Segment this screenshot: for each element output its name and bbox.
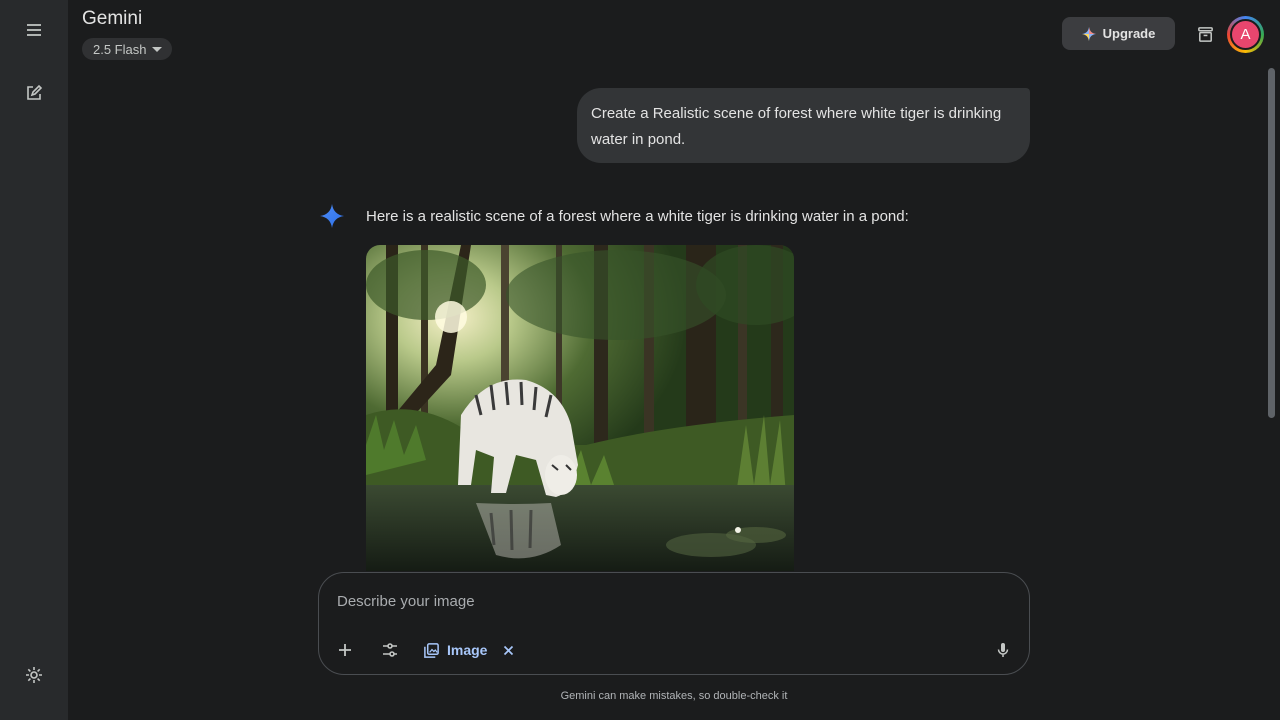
image-chip-label: Image	[447, 642, 488, 658]
user-message: Create a Realistic scene of forest where…	[577, 88, 1030, 163]
remove-image-tool-button[interactable]	[501, 643, 515, 657]
microphone-icon	[997, 643, 1009, 657]
microphone-button[interactable]	[988, 635, 1018, 665]
app-title: Gemini	[82, 8, 143, 29]
generated-image[interactable]	[366, 245, 794, 571]
archive-icon	[1197, 26, 1213, 42]
settings-button[interactable]	[14, 655, 54, 695]
prompt-input[interactable]	[337, 589, 977, 613]
new-chat-icon	[27, 84, 43, 100]
tune-icon	[383, 643, 397, 657]
prompt-composer: Image	[318, 572, 1030, 675]
white-tiger-forest-image	[366, 245, 794, 571]
main-menu-button[interactable]	[14, 10, 54, 50]
image-gallery-icon	[424, 642, 439, 658]
scrollbar-thumb[interactable]	[1268, 68, 1275, 418]
chat-history-button[interactable]	[1191, 20, 1219, 48]
new-chat-button[interactable]	[14, 73, 54, 113]
account-avatar-button[interactable]: A	[1227, 16, 1264, 53]
plus-icon	[339, 644, 351, 656]
side-rail	[0, 0, 68, 720]
gemini-sparkle-icon	[320, 204, 344, 228]
model-picker[interactable]: 2.5 Flash	[82, 38, 173, 60]
avatar: A	[1230, 19, 1261, 50]
upgrade-button[interactable]: Upgrade	[1062, 17, 1175, 50]
close-icon	[503, 645, 514, 655]
image-tool-chip[interactable]: Image	[423, 635, 515, 665]
model-picker-label: 2.5 Flash	[93, 41, 147, 57]
scrollbar[interactable]	[1266, 66, 1276, 720]
menu-icon	[27, 24, 41, 36]
disclaimer: Gemini can make mistakes, so double-chec…	[560, 690, 788, 702]
add-attachment-button[interactable]	[330, 635, 360, 665]
tools-button[interactable]	[375, 635, 405, 665]
caret-down-icon	[152, 47, 163, 52]
settings-icon	[26, 667, 42, 683]
sparkle-icon	[1081, 26, 1096, 41]
assistant-message: Here is a realistic scene of a forest wh…	[366, 208, 909, 225]
upgrade-label: Upgrade	[1102, 26, 1156, 41]
